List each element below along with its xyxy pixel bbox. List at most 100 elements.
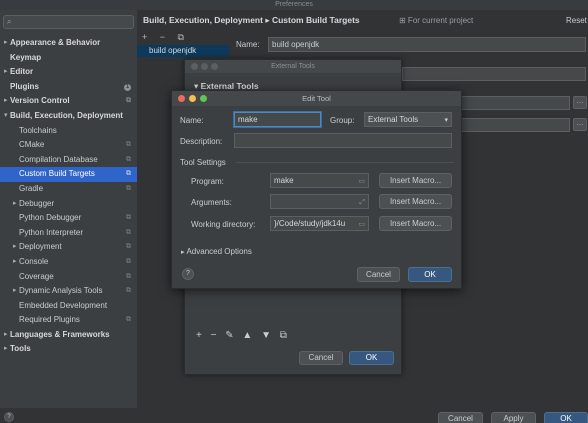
- chevron-right-icon[interactable]: ▸: [13, 197, 17, 212]
- sidebar-item-label: Build, Execution, Deployment: [10, 110, 123, 120]
- insert-macro-button[interactable]: Insert Macro...: [379, 194, 452, 209]
- working-directory-field[interactable]: }/Code/study/jdk14u ▭: [270, 216, 369, 231]
- sidebar-item[interactable]: Compilation Database ⧉: [0, 153, 137, 168]
- maximize-icon[interactable]: [200, 95, 207, 102]
- chevron-right-icon[interactable]: ▸: [4, 36, 8, 51]
- chevron-right-icon[interactable]: ▸: [13, 255, 17, 270]
- maximize-icon[interactable]: [211, 63, 218, 70]
- edit-tool-dialog: Edit Tool Name: make Group: External Too…: [171, 90, 462, 289]
- folder-icon[interactable]: ▭: [358, 175, 365, 187]
- chevron-right-icon[interactable]: ▸: [13, 284, 17, 299]
- project-scope-icon: ⧉: [126, 228, 131, 236]
- program-field[interactable]: make ▭: [270, 173, 369, 188]
- target-list-item[interactable]: build openjdk: [137, 45, 229, 57]
- ok-button[interactable]: OK: [408, 267, 452, 282]
- sidebar-item[interactable]: CMake ⧉: [0, 138, 137, 153]
- update-badge: 1: [124, 83, 131, 91]
- sidebar-item[interactable]: ▸ Appearance & Behavior: [0, 36, 137, 51]
- target-name-label: Name:: [236, 40, 260, 49]
- divider: [236, 162, 454, 163]
- sidebar-item[interactable]: ▸ Debugger: [0, 197, 137, 212]
- cancel-button[interactable]: Cancel: [357, 267, 400, 282]
- advanced-options-label: Advanced Options: [186, 247, 252, 256]
- ok-button[interactable]: OK: [349, 351, 394, 365]
- sidebar-item[interactable]: Gradle ⧉: [0, 182, 137, 197]
- sidebar-item-label: Python Interpreter: [19, 227, 84, 237]
- chevron-right-icon[interactable]: ▸: [4, 94, 8, 109]
- sidebar-item[interactable]: ▸ Tools: [0, 342, 137, 357]
- sidebar-item-label: Gradle: [19, 183, 44, 193]
- project-scope-icon: ⧉: [126, 184, 131, 192]
- window-title: Preferences: [0, 0, 588, 10]
- sidebar-item-label: Required Plugins: [19, 315, 80, 325]
- breadcrumb: Build, Execution, Deployment ▸ Custom Bu…: [143, 15, 360, 25]
- help-button[interactable]: ?: [4, 412, 14, 422]
- project-scope-icon: ⧉: [126, 316, 131, 324]
- project-scope-icon: ⧉: [126, 287, 131, 295]
- project-scope-icon: ⧉: [126, 170, 131, 178]
- close-icon[interactable]: [178, 95, 185, 102]
- minimize-icon[interactable]: [201, 63, 208, 70]
- sidebar-item[interactable]: ▸ Version Control ⧉: [0, 94, 137, 109]
- sidebar-item-label: Version Control: [10, 96, 70, 106]
- reset-link[interactable]: Reset: [566, 16, 587, 25]
- working-directory-label: Working directory:: [191, 220, 256, 229]
- working-directory-value: }/Code/study/jdk14u: [274, 219, 346, 228]
- chevron-down-icon[interactable]: ▾: [4, 109, 8, 124]
- description-field[interactable]: [234, 133, 452, 148]
- sidebar-item[interactable]: ▾ Build, Execution, Deployment: [0, 109, 137, 124]
- insert-macro-button[interactable]: Insert Macro...: [379, 173, 452, 188]
- external-tools-toolbar[interactable]: + − ✎ ▲ ▼ ⧉: [196, 330, 290, 341]
- group-label: Group:: [330, 116, 355, 125]
- close-icon[interactable]: [191, 63, 198, 70]
- ok-button[interactable]: OK: [544, 412, 588, 423]
- browse-button[interactable]: …: [573, 96, 587, 109]
- sidebar-item-label: Console: [19, 256, 49, 266]
- folder-icon[interactable]: ▭: [358, 218, 365, 230]
- insert-macro-button[interactable]: Insert Macro...: [379, 216, 452, 231]
- help-button[interactable]: ?: [182, 268, 194, 280]
- arguments-field[interactable]: ⤢: [270, 194, 369, 209]
- sidebar-item[interactable]: ▸ Editor: [0, 65, 137, 80]
- project-scope-icon: ⧉: [126, 141, 131, 149]
- cancel-button[interactable]: Cancel: [299, 351, 343, 365]
- sidebar-item[interactable]: Python Debugger ⧉: [0, 211, 137, 226]
- expand-icon[interactable]: ⤢: [359, 196, 365, 208]
- minimize-icon[interactable]: [189, 95, 196, 102]
- sidebar-item[interactable]: Embedded Development: [0, 299, 137, 314]
- chevron-right-icon[interactable]: ▸: [4, 342, 8, 357]
- chevron-right-icon[interactable]: ▸: [4, 65, 8, 80]
- sidebar-item[interactable]: ▸ Languages & Frameworks: [0, 328, 137, 343]
- sidebar-item[interactable]: Plugins 1: [0, 80, 137, 95]
- targets-toolbar[interactable]: + − ⧉: [142, 32, 189, 43]
- chevron-right-icon[interactable]: ▸: [13, 240, 17, 255]
- apply-button[interactable]: Apply: [491, 412, 536, 423]
- sidebar-item[interactable]: Custom Build Targets ⧉: [0, 167, 137, 182]
- program-label: Program:: [191, 177, 224, 186]
- advanced-options-toggle[interactable]: ▸ Advanced Options: [181, 247, 252, 256]
- sidebar-item[interactable]: ▸ Dynamic Analysis Tools ⧉: [0, 284, 137, 299]
- group-select[interactable]: External Tools ▾: [364, 112, 452, 127]
- target-name-field[interactable]: build openjdk: [268, 37, 586, 52]
- sidebar-item-label: Embedded Development: [19, 300, 108, 310]
- sidebar-item[interactable]: Coverage ⧉: [0, 270, 137, 285]
- sidebar-item-label: Custom Build Targets: [19, 169, 95, 179]
- program-value: make: [274, 176, 294, 185]
- cancel-button[interactable]: Cancel: [438, 412, 483, 423]
- name-field[interactable]: make: [234, 112, 321, 127]
- build-select[interactable]: [402, 67, 586, 81]
- description-label: Description:: [180, 137, 223, 146]
- sidebar-item[interactable]: Toolchains: [0, 124, 137, 139]
- sidebar-item[interactable]: Keymap: [0, 51, 137, 66]
- sidebar-item-label: Deployment: [19, 242, 62, 252]
- project-scope-icon: ⧉: [126, 155, 131, 163]
- sidebar-item[interactable]: ▸ Console ⧉: [0, 255, 137, 270]
- search-input[interactable]: ⌕: [3, 15, 134, 29]
- sidebar-item[interactable]: ▸ Deployment ⧉: [0, 240, 137, 255]
- sidebar-item-label: Dynamic Analysis Tools: [19, 286, 103, 296]
- browse-button[interactable]: …: [573, 118, 587, 131]
- sidebar-item[interactable]: Python Interpreter ⧉: [0, 226, 137, 241]
- sidebar-item[interactable]: Required Plugins ⧉: [0, 313, 137, 328]
- chevron-right-icon[interactable]: ▸: [4, 328, 8, 343]
- sidebar-item-label: Plugins: [10, 81, 39, 91]
